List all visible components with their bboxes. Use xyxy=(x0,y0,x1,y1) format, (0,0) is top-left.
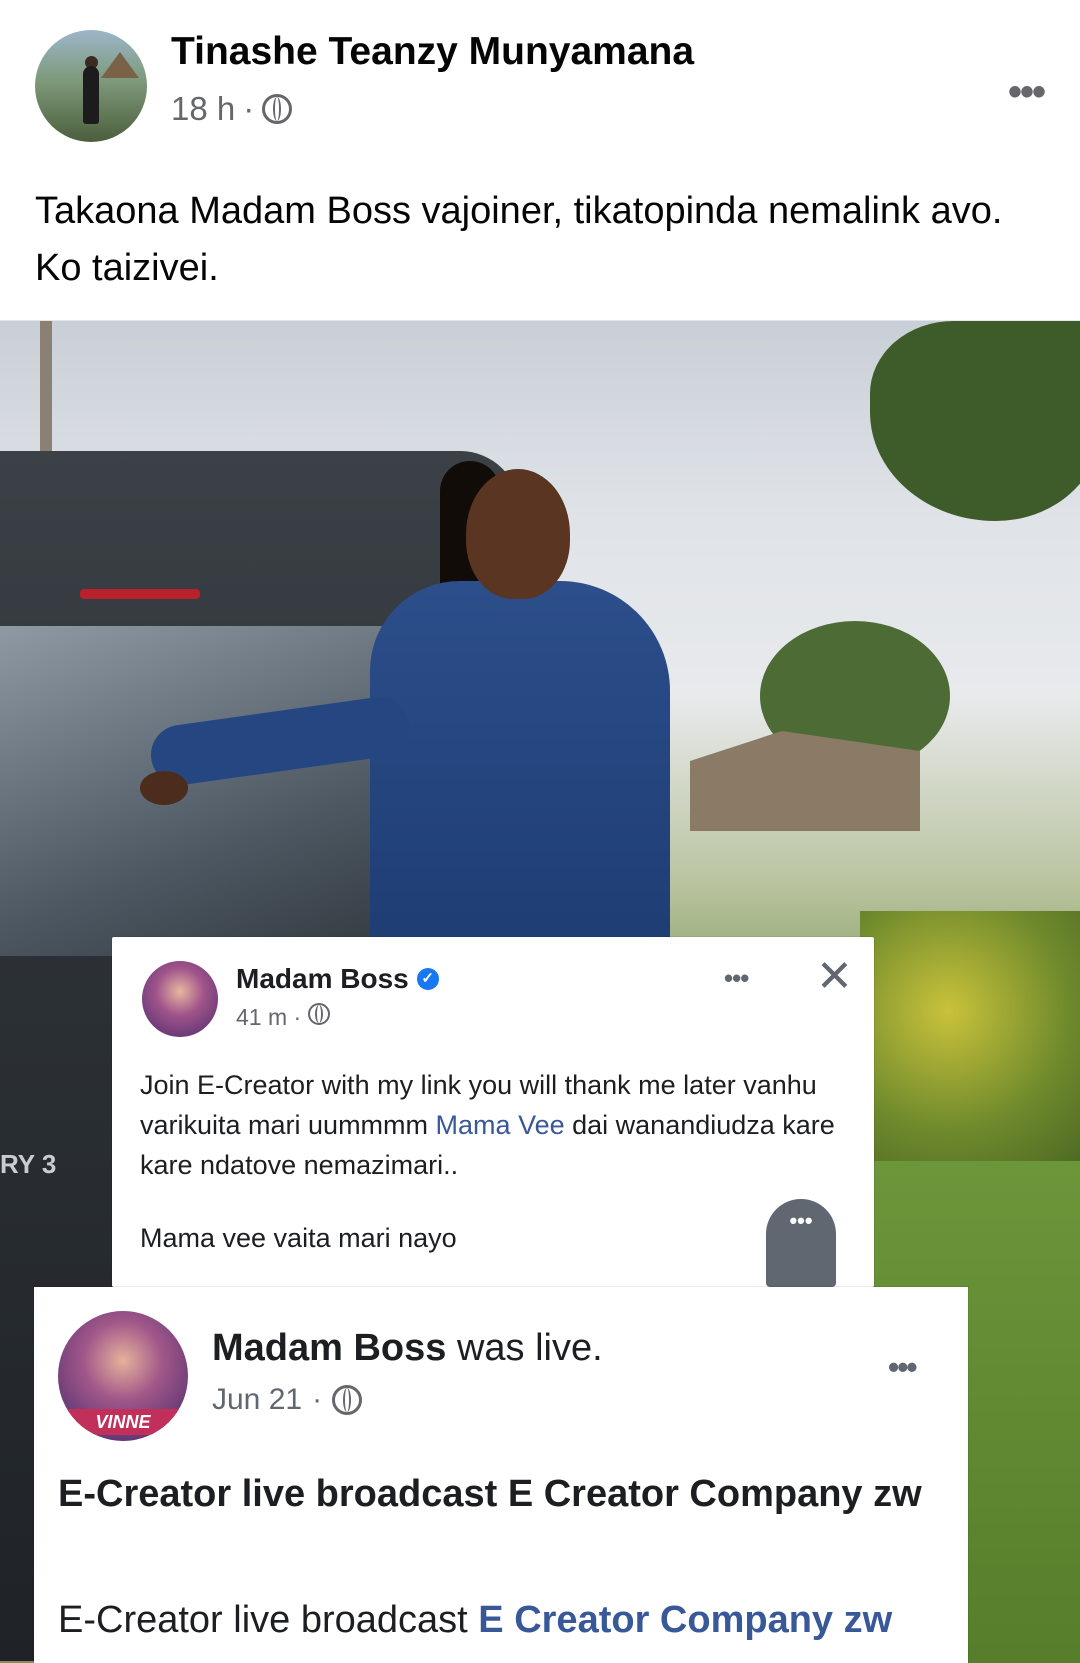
tree xyxy=(870,321,1080,521)
screenshot-time: 41 m xyxy=(236,1004,288,1030)
live-status: was live. xyxy=(446,1327,603,1369)
post-meta: 18 h · xyxy=(171,90,293,128)
screenshot-close-icon: ✕ xyxy=(816,952,853,1001)
live-post-author: Madam Boss was live. xyxy=(212,1327,603,1370)
utility-pole xyxy=(40,321,52,451)
avatar-background xyxy=(101,52,139,78)
screenshot-text: Join E-Creator with my link you will tha… xyxy=(140,1065,840,1185)
hand xyxy=(140,771,188,805)
house xyxy=(690,731,920,831)
avatar-caption: VINNE xyxy=(58,1409,188,1435)
vehicle-badge: RY 3 xyxy=(0,1149,57,1179)
live-desc-text: E-Creator live broadcast xyxy=(58,1599,479,1641)
globe-icon xyxy=(307,1003,330,1025)
hedge xyxy=(860,911,1080,1161)
author-name[interactable]: Tinashe Teanzy Munyamana xyxy=(171,30,694,74)
live-headline: E-Creator live broadcast E Creator Compa… xyxy=(58,1473,922,1515)
embedded-screenshot-post: Madam Boss ✓ 41 m · ••• ✕ Join E-Creator… xyxy=(112,937,874,1287)
screenshot-more-icon: ••• xyxy=(724,963,749,993)
brake-light xyxy=(80,589,200,599)
face xyxy=(466,469,570,599)
live-page-link: E Creator Company zw xyxy=(478,1599,893,1641)
screenshot-author-name: Madam Boss xyxy=(236,963,409,994)
post-time[interactable]: 18 h xyxy=(171,90,235,128)
screenshot-author: Madam Boss ✓ xyxy=(236,963,439,995)
screenshot-text-second: Mama vee vaita mari nayo xyxy=(140,1223,457,1253)
more-options-icon[interactable]: ••• xyxy=(1008,70,1046,115)
madam-boss-avatar: VINNE xyxy=(58,1311,188,1441)
post-text: Takaona Madam Boss vajoiner, tikatopinda… xyxy=(35,190,1003,289)
live-author-name: Madam Boss xyxy=(212,1327,447,1369)
live-description: E-Creator live broadcast E Creator Compa… xyxy=(58,1591,948,1649)
globe-icon[interactable] xyxy=(262,94,293,124)
meta-separator: · xyxy=(243,90,255,127)
post-header: Tinashe Teanzy Munyamana 18 h · ••• xyxy=(0,0,1080,170)
chat-bubble-icon: ••• xyxy=(766,1199,836,1287)
post-photo[interactable]: RY 3 Madam Boss ✓ 41 m · ••• ✕ Join E-Cr… xyxy=(0,320,1080,1663)
globe-icon xyxy=(332,1385,363,1415)
meta-separator: · xyxy=(312,1383,323,1416)
live-more-icon: ••• xyxy=(888,1349,918,1385)
live-date: Jun 21 xyxy=(212,1383,303,1416)
mentioned-profile: Mama Vee xyxy=(435,1110,565,1140)
embedded-screenshot-live: VINNE Madam Boss was live. Jun 21 · ••• … xyxy=(34,1287,968,1663)
screenshot-meta: 41 m · xyxy=(236,1003,330,1031)
avatar-person xyxy=(83,66,99,124)
verified-badge-icon: ✓ xyxy=(416,968,439,990)
meta-separator: · xyxy=(293,1004,302,1030)
author-avatar[interactable] xyxy=(35,30,147,142)
madam-boss-avatar xyxy=(142,961,218,1037)
live-post-meta: Jun 21 · xyxy=(212,1383,363,1417)
